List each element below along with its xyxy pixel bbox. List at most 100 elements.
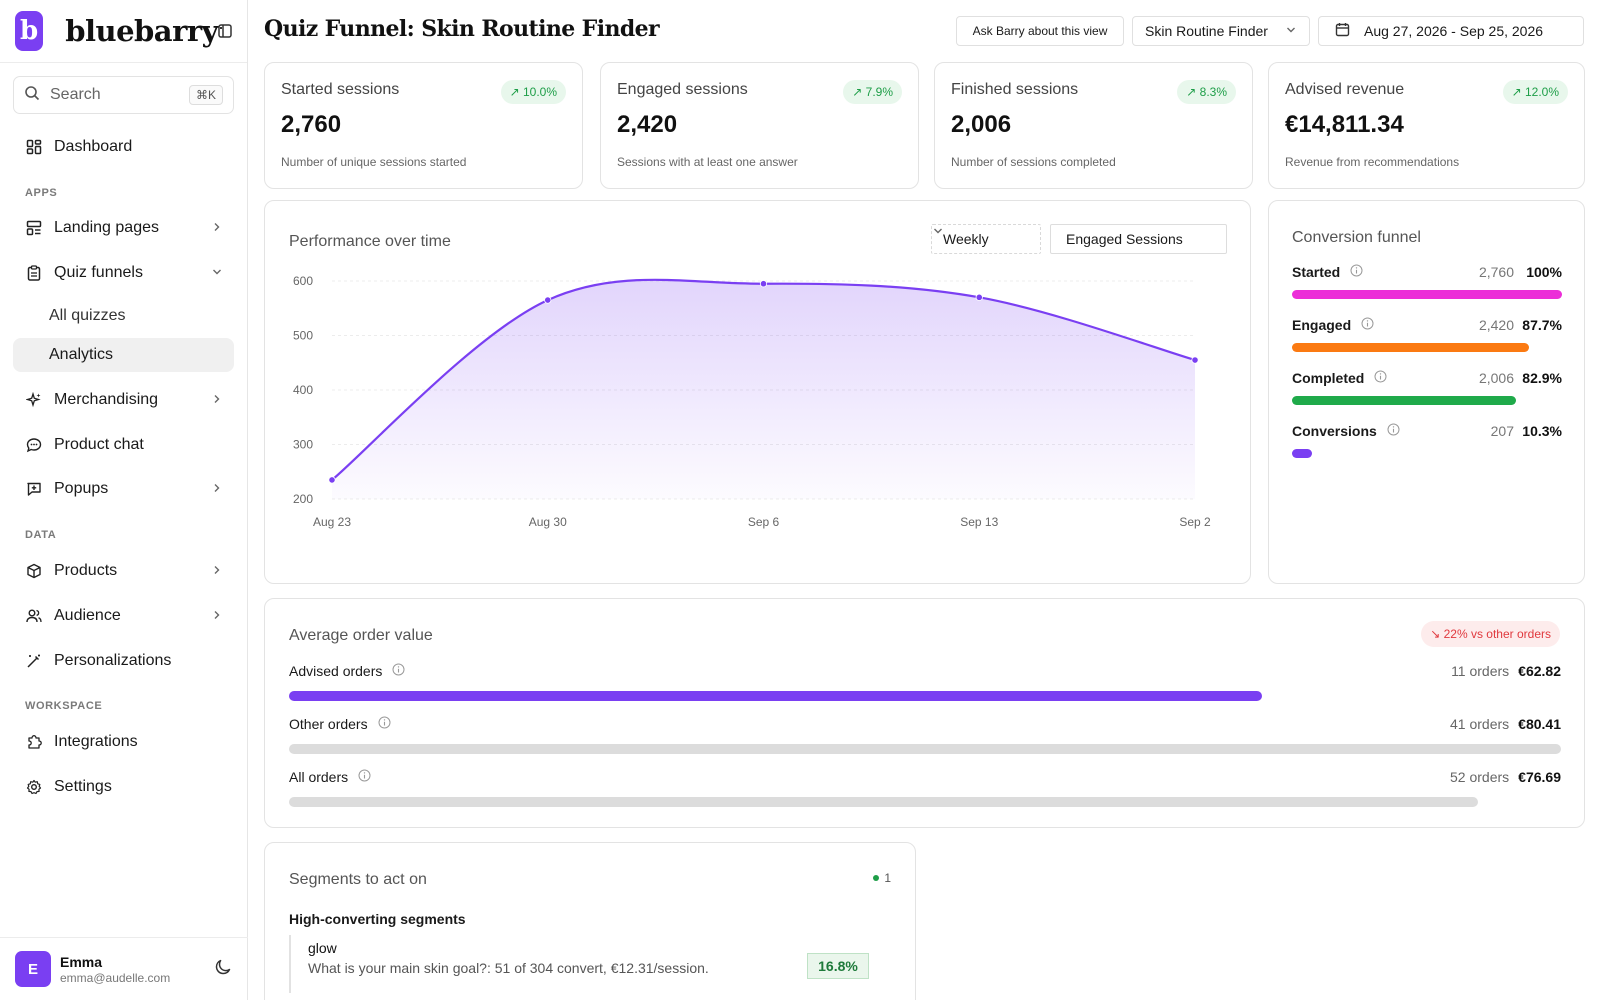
- sidebar-subitem-analytics[interactable]: Analytics: [13, 338, 234, 372]
- sidebar-item-personalizations[interactable]: Personalizations: [13, 644, 234, 678]
- y-tick-label: 600: [293, 274, 313, 288]
- aov-value: €80.41: [1518, 716, 1561, 732]
- chevron-down-icon: [212, 264, 222, 282]
- arrow-up-right-icon: ↗: [1186, 85, 1200, 99]
- funnel-row-started: Started 2,760 100%: [1292, 264, 1562, 299]
- sidebar-collapse-icon[interactable]: [218, 22, 232, 40]
- funnel-name: Completed: [1292, 370, 1365, 386]
- info-icon[interactable]: [1350, 264, 1363, 280]
- sidebar-item-settings[interactable]: Settings: [13, 770, 234, 804]
- kpi-card-engaged: Engaged sessions 2,420 Sessions with at …: [600, 62, 919, 189]
- section-data: DATA: [25, 529, 57, 541]
- quiz-select[interactable]: Skin Routine Finder: [1132, 16, 1310, 46]
- funnel-name: Engaged: [1292, 317, 1352, 333]
- sidebar-subitem-all-quizzes[interactable]: All quizzes: [13, 299, 234, 333]
- metric-select[interactable]: Engaged Sessions: [1050, 224, 1227, 254]
- date-range-value: Aug 27, 2026 - Sep 25, 2026: [1364, 23, 1544, 39]
- change-badge: ↗ 8.3%: [1177, 80, 1236, 104]
- date-range-picker[interactable]: Aug 27, 2026 - Sep 25, 2026: [1318, 16, 1584, 46]
- data-point[interactable]: [1191, 356, 1199, 364]
- y-tick-label: 200: [293, 492, 313, 506]
- quiz-select-value: Skin Routine Finder: [1145, 23, 1268, 39]
- moon-icon[interactable]: [215, 958, 233, 981]
- chevron-right-icon: [212, 562, 222, 580]
- segments-count-badge: 1: [873, 871, 891, 885]
- y-tick-label: 400: [293, 383, 313, 397]
- interval-select[interactable]: Weekly: [931, 224, 1041, 254]
- aov-title: Average order value: [289, 627, 433, 644]
- change-value: 10.0%: [522, 85, 557, 99]
- segments-title: Segments to act on: [289, 871, 427, 888]
- aov-name: Other orders: [289, 716, 368, 732]
- series-area: [332, 279, 1195, 499]
- avatar: E: [15, 951, 51, 987]
- info-icon[interactable]: [392, 663, 405, 679]
- search-input[interactable]: Search ⌘K: [13, 76, 234, 114]
- sidebar-item-merchandising[interactable]: Merchandising: [13, 383, 234, 417]
- user-profile[interactable]: E Emma emma@audelle.com: [0, 937, 248, 1000]
- segments-count: 1: [884, 871, 891, 885]
- change-badge: ↗ 10.0%: [500, 80, 566, 104]
- ask-barry-button[interactable]: Ask Barry about this view: [956, 16, 1124, 46]
- aov-orders: 52 orders: [1450, 769, 1510, 785]
- funnel-count: 207: [1490, 423, 1514, 439]
- search-icon: [24, 85, 40, 106]
- logo-mark[interactable]: b: [15, 11, 44, 51]
- kpi-subtitle: Revenue from recommendations: [1285, 155, 1460, 169]
- info-icon[interactable]: [1374, 370, 1387, 386]
- chat-bubble-icon: [25, 436, 43, 454]
- info-icon[interactable]: [358, 769, 371, 785]
- arrow-up-right-icon: ↗: [509, 85, 523, 99]
- aov-name: Advised orders: [289, 663, 383, 679]
- aov-badge-text: 22% vs other orders: [1443, 627, 1551, 641]
- gear-icon: [25, 778, 43, 796]
- chevron-right-icon: [212, 219, 222, 237]
- sidebar-item-integrations[interactable]: Integrations: [13, 725, 234, 759]
- sidebar-item-label: Quiz funnels: [54, 264, 143, 281]
- chevron-right-icon: [212, 607, 222, 625]
- logo-row: b bluebarry: [0, 0, 247, 63]
- data-point[interactable]: [975, 293, 983, 301]
- data-point[interactable]: [759, 280, 768, 288]
- kpi-subtitle: Number of unique sessions started: [281, 155, 467, 169]
- kpi-subtitle: Number of sessions completed: [951, 155, 1116, 169]
- sidebar-item-dashboard[interactable]: Dashboard: [13, 130, 234, 164]
- sidebar-item-quiz-funnels[interactable]: Quiz funnels: [13, 256, 234, 290]
- aov-row-advised: Advised orders 11 orders €62.82: [289, 663, 1561, 701]
- sidebar-item-label: Dashboard: [54, 138, 133, 155]
- aov-bar: [289, 691, 1263, 701]
- data-point[interactable]: [328, 476, 336, 484]
- sidebar-item-popups[interactable]: Popups: [13, 472, 234, 506]
- logo-text[interactable]: bluebarry: [65, 14, 218, 48]
- info-icon[interactable]: [1387, 423, 1400, 439]
- sidebar-item-audience[interactable]: Audience: [13, 599, 234, 633]
- funnel-row-completed: Completed 2,006 82.9%: [1292, 370, 1562, 405]
- data-point[interactable]: [544, 296, 552, 304]
- change-badge: ↗ 12.0%: [1502, 80, 1568, 104]
- kpi-value: 2,760: [281, 111, 342, 138]
- sidebar-item-product-chat[interactable]: Product chat: [13, 428, 234, 462]
- sidebar-item-label: Landing pages: [54, 219, 159, 236]
- sparkle-icon: [25, 391, 43, 409]
- info-icon[interactable]: [1361, 317, 1374, 333]
- kpi-card-revenue: Advised revenue €14,811.34 Revenue from …: [1268, 62, 1585, 189]
- sidebar-item-label: Merchandising: [54, 391, 159, 408]
- sidebar-item-products[interactable]: Products: [13, 554, 234, 588]
- arrow-up-right-icon: ↗: [1511, 85, 1525, 99]
- segment-item[interactable]: glow What is your main skin goal?: 51 of…: [289, 935, 869, 993]
- arrow-up-right-icon: ↗: [852, 85, 866, 99]
- chevron-down-icon: [1285, 23, 1297, 39]
- aov-row-all: All orders 52 orders €76.69: [289, 769, 1561, 807]
- interval-value: Weekly: [943, 231, 989, 247]
- sidebar: b bluebarry Search ⌘K Dashboard APPS Lan…: [0, 0, 248, 1000]
- conversion-funnel-card: Conversion funnel Started 2,760 100% Engag…: [1268, 200, 1585, 584]
- puzzle-icon: [25, 733, 43, 751]
- sidebar-item-label: Products: [54, 562, 118, 579]
- sidebar-item-landing-pages[interactable]: Landing pages: [13, 211, 234, 245]
- change-badge: ↗ 7.9%: [843, 80, 902, 104]
- magic-wand-icon: [25, 652, 43, 670]
- info-icon[interactable]: [378, 716, 391, 732]
- search-placeholder: Search: [50, 86, 101, 103]
- search-shortcut: ⌘K: [188, 85, 223, 105]
- sidebar-item-label: Integrations: [54, 733, 138, 750]
